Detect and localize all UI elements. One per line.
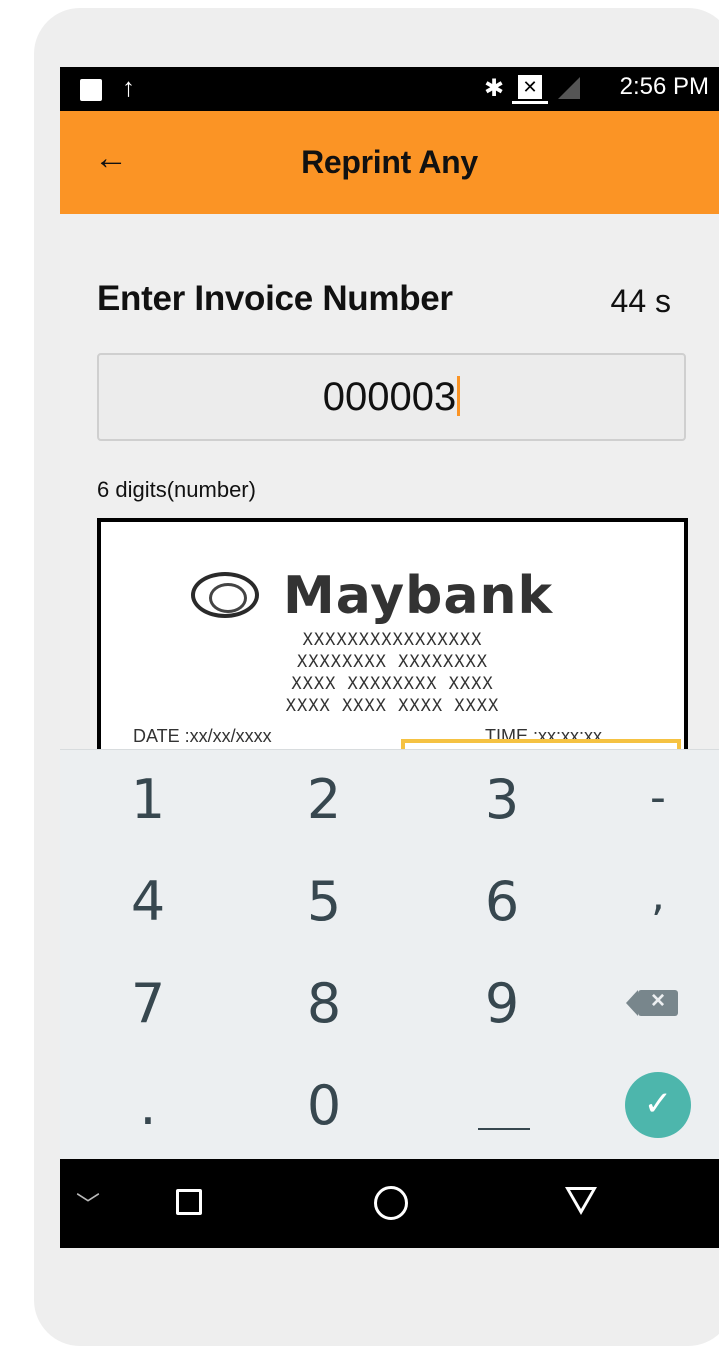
key-1[interactable]: 1 — [68, 750, 228, 850]
key-6[interactable]: 6 — [422, 852, 582, 952]
key-4[interactable]: 4 — [68, 852, 228, 952]
page-title: Reprint Any — [301, 144, 478, 180]
masked-line: XXXXXXXX XXXXXXXX — [297, 652, 488, 672]
home-button[interactable] — [374, 1186, 408, 1220]
key-0[interactable]: 0 — [244, 1056, 404, 1156]
key-7[interactable]: 7 — [68, 954, 228, 1054]
back-triangle-button[interactable] — [565, 1187, 597, 1215]
tiger-emblem-icon — [191, 572, 259, 618]
status-bar: ↑ ✱ ✕ 2:56 PM — [60, 67, 719, 111]
key-3[interactable]: 3 — [422, 750, 582, 850]
notification-square-icon — [80, 79, 102, 101]
masked-line: XXXX XXXXXXXX XXXX — [291, 674, 494, 694]
invoice-number-label: Enter Invoice Number — [97, 279, 453, 318]
key-8[interactable]: 8 — [244, 954, 404, 1054]
system-nav-bar: ﹀ — [60, 1159, 719, 1248]
recents-button[interactable] — [176, 1189, 202, 1215]
input-hint: 6 digits(number) — [97, 477, 256, 502]
bluetooth-icon: ✱ — [484, 75, 505, 102]
check-icon: ✓ — [643, 1085, 673, 1123]
text-caret — [457, 376, 461, 416]
receipt-date: DATE :xx/xx/xxxx — [133, 726, 272, 746]
no-sim-icon-base — [512, 101, 548, 104]
invoice-number-value: 000003 — [99, 375, 684, 420]
key-dash[interactable]: - — [578, 754, 719, 854]
signal-icon — [558, 77, 580, 99]
phone-screen: ↑ ✱ ✕ 2:56 PM ← Reprint Any Enter Invoic… — [60, 67, 719, 1248]
enter-check-button[interactable]: ✓ — [625, 1072, 691, 1138]
hide-keyboard-icon[interactable]: ﹀ — [76, 1185, 100, 1220]
backspace-icon[interactable]: × — [626, 987, 678, 1016]
key-9[interactable]: 9 — [422, 954, 582, 1054]
key-2[interactable]: 2 — [244, 750, 404, 850]
key-dot[interactable]: . — [68, 1056, 228, 1156]
upload-icon: ↑ — [122, 72, 135, 102]
invoice-number-input[interactable]: 000003 — [97, 353, 686, 441]
countdown-timer: 44 s — [610, 283, 671, 319]
numeric-keyboard: 1 2 3 - 4 5 6 , 7 8 9 × . 0 ✓ — [60, 749, 719, 1160]
no-sim-icon: ✕ — [518, 75, 542, 99]
masked-line: XXXX XXXX XXXX XXXX — [285, 696, 500, 716]
space-key[interactable] — [478, 1128, 530, 1130]
key-comma[interactable]: , — [578, 852, 719, 952]
app-bar: ← Reprint Any — [60, 111, 719, 214]
brand-name: Maybank — [283, 566, 554, 626]
masked-line: XXXXXXXXXXXXXXXX — [302, 630, 483, 650]
status-time: 2:56 PM — [619, 73, 709, 100]
key-5[interactable]: 5 — [244, 852, 404, 952]
